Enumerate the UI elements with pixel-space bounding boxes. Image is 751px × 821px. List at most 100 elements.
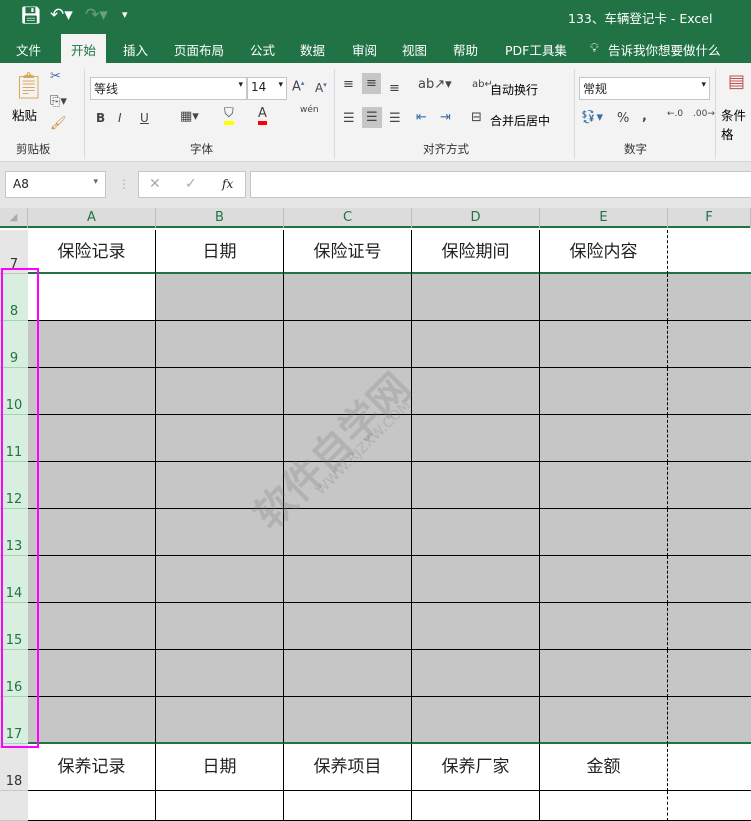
cell[interactable] [412, 650, 540, 697]
format-painter-icon[interactable]: 🖌︎ [50, 116, 67, 131]
cell[interactable]: 保险证号 [284, 230, 412, 274]
column-header-e[interactable]: E [540, 208, 668, 228]
cell[interactable] [156, 791, 284, 821]
cell[interactable] [540, 462, 668, 509]
cell[interactable] [668, 791, 751, 821]
redo-icon[interactable]: ↷▾ [85, 5, 108, 25]
column-header-c[interactable]: C [284, 208, 412, 228]
cell[interactable] [412, 415, 540, 462]
cell[interactable] [412, 791, 540, 821]
formula-input[interactable] [250, 171, 751, 198]
cell[interactable] [412, 697, 540, 744]
cell[interactable]: 保养厂家 [412, 744, 540, 791]
cell[interactable] [668, 650, 751, 697]
cell[interactable] [412, 368, 540, 415]
increase-font-icon[interactable]: A▴ [292, 79, 304, 94]
cell[interactable] [284, 603, 412, 650]
cell[interactable]: 保险期间 [412, 230, 540, 274]
cell[interactable] [284, 650, 412, 697]
accounting-icon[interactable]: 💱︎▾ [580, 110, 603, 125]
cell[interactable] [28, 650, 156, 697]
align-top-icon[interactable]: ≡ [343, 77, 354, 92]
cell[interactable] [284, 321, 412, 368]
tab-view[interactable]: 视图 [402, 40, 427, 59]
cell[interactable]: 日期 [156, 230, 284, 274]
cell[interactable] [156, 321, 284, 368]
tab-insert[interactable]: 插入 [123, 40, 148, 59]
conditional-format-button[interactable]: 条件格 [721, 105, 751, 143]
cell[interactable] [668, 697, 751, 744]
cell[interactable]: 保养项目 [284, 744, 412, 791]
paste-icon[interactable]: 📋︎ [12, 71, 45, 101]
bold-button[interactable]: B [96, 111, 105, 125]
cell[interactable] [412, 556, 540, 603]
insert-function-button[interactable]: fx [222, 177, 233, 191]
font-color-icon[interactable]: A [258, 107, 267, 125]
cell[interactable] [284, 556, 412, 603]
cell[interactable] [156, 556, 284, 603]
cell[interactable] [28, 368, 156, 415]
cell[interactable] [668, 462, 751, 509]
decrease-indent-icon[interactable]: ⇤ [416, 110, 427, 125]
cell[interactable] [156, 603, 284, 650]
tab-file[interactable]: 文件 [16, 40, 41, 59]
column-header-f[interactable]: F [668, 208, 751, 228]
font-size-select[interactable]: 14 ▾ [247, 77, 287, 100]
tab-home[interactable]: 开始 [61, 34, 107, 63]
wrap-text-button[interactable]: 自动换行 [490, 81, 538, 98]
phonetic-button[interactable]: wén [300, 105, 319, 115]
column-header-d[interactable]: D [412, 208, 540, 228]
row-header[interactable] [0, 791, 28, 821]
cell[interactable] [540, 697, 668, 744]
cell[interactable] [284, 274, 412, 321]
enter-icon[interactable]: ✓ [185, 176, 197, 192]
italic-button[interactable]: I [118, 111, 122, 125]
column-header-a[interactable]: A [28, 208, 156, 228]
align-right-icon[interactable]: ☰ [389, 111, 401, 126]
increase-indent-icon[interactable]: ⇥ [440, 110, 451, 125]
cut-icon[interactable]: ✂ [50, 69, 61, 84]
cell[interactable] [156, 415, 284, 462]
cell[interactable] [668, 744, 751, 791]
cell[interactable] [540, 603, 668, 650]
tab-help[interactable]: 帮助 [453, 40, 478, 59]
percent-button[interactable]: % [617, 111, 629, 126]
cell[interactable] [412, 603, 540, 650]
comma-button[interactable]: , [642, 109, 647, 124]
tab-page-layout[interactable]: 页面布局 [174, 40, 224, 59]
increase-decimal-icon[interactable]: ←.0 [667, 109, 683, 119]
cell[interactable] [28, 697, 156, 744]
tell-me-search[interactable]: 告诉我你想要做什么 [608, 40, 721, 59]
decrease-decimal-icon[interactable]: .00→ [693, 109, 715, 119]
customize-qat-icon[interactable]: ▾ [122, 8, 128, 21]
save-icon[interactable]: 💾︎ [20, 6, 42, 26]
cell[interactable] [668, 321, 751, 368]
cell[interactable] [540, 556, 668, 603]
cell[interactable] [28, 321, 156, 368]
row-header[interactable]: 18 [0, 744, 28, 791]
cell[interactable] [28, 791, 156, 821]
paste-button[interactable]: 粘贴 [12, 105, 37, 124]
cell[interactable] [668, 274, 751, 321]
tab-review[interactable]: 审阅 [352, 40, 377, 59]
cell[interactable] [540, 321, 668, 368]
cell[interactable]: 保险记录 [28, 230, 156, 274]
align-middle-icon[interactable]: ≡ [362, 73, 381, 94]
number-format-select[interactable]: 常规 ▾ [579, 77, 710, 100]
cell[interactable] [668, 415, 751, 462]
cell[interactable]: 保养记录 [28, 744, 156, 791]
font-name-select[interactable]: 等线 ▾ [90, 77, 247, 100]
cell[interactable] [28, 556, 156, 603]
cell[interactable] [540, 509, 668, 556]
cell[interactable] [668, 368, 751, 415]
cell[interactable] [668, 230, 751, 274]
select-all-button[interactable]: ◢ [0, 208, 28, 228]
cell[interactable] [284, 791, 412, 821]
cell[interactable] [28, 462, 156, 509]
tab-data[interactable]: 数据 [300, 40, 325, 59]
cell[interactable]: 金额 [540, 744, 668, 791]
cell[interactable]: 保险内容 [540, 230, 668, 274]
cell[interactable] [156, 697, 284, 744]
cell[interactable] [28, 603, 156, 650]
orientation-icon[interactable]: ab↗▾ [418, 77, 452, 92]
